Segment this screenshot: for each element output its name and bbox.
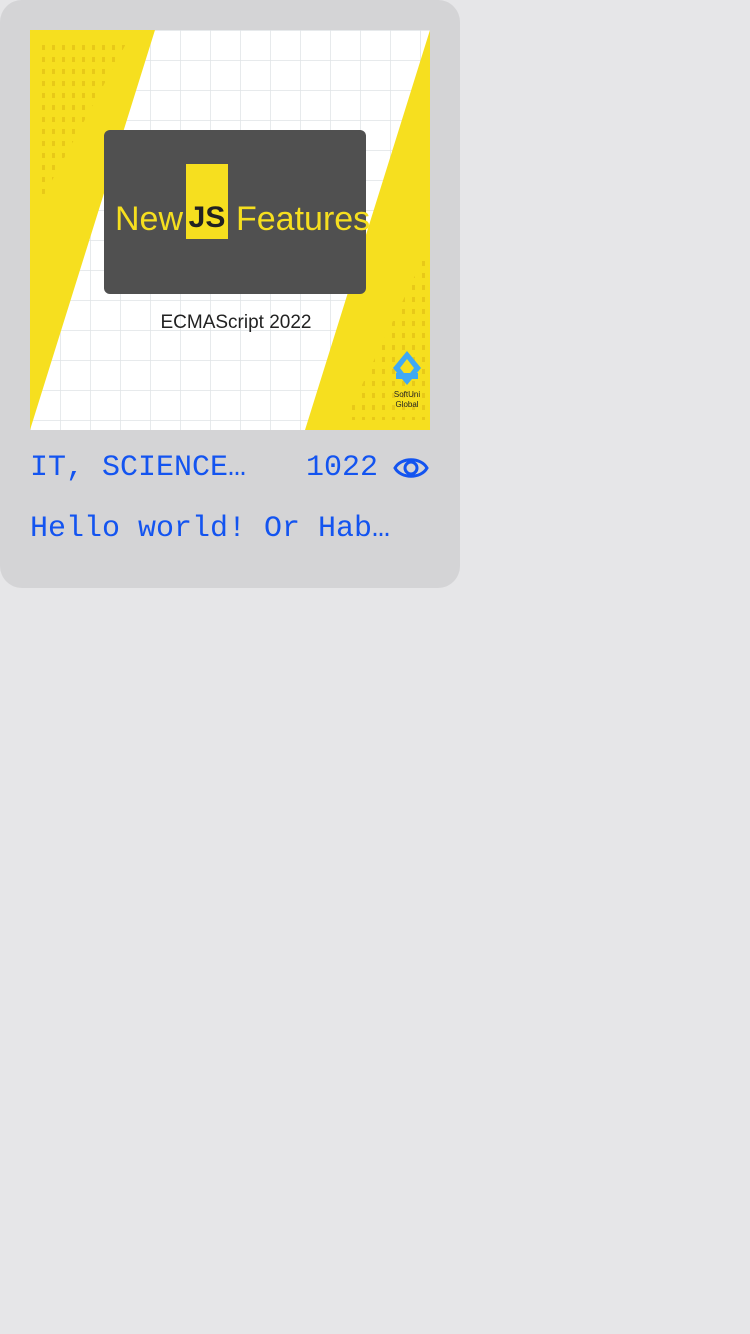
thumbnail-graphic: New JS Features ECMAScript 2022 SoftUni …: [30, 30, 430, 430]
view-count: 1022: [305, 451, 378, 485]
headline-right: Features: [236, 200, 370, 238]
logo-text-line2: Global: [395, 400, 418, 409]
logo-text-line1: SoftUni: [394, 390, 420, 399]
article-card[interactable]: New JS Features ECMAScript 2022 SoftUni …: [0, 0, 460, 588]
article-meta: IT, SCIENCE… 1022: [30, 448, 430, 488]
article-category[interactable]: IT, SCIENCE…: [30, 451, 268, 485]
headline-left: New: [115, 200, 183, 238]
article-thumbnail[interactable]: New JS Features ECMAScript 2022 SoftUni …: [30, 30, 430, 430]
article-title[interactable]: Hello world! Or Hab…: [30, 512, 420, 546]
thumbnail-subtitle: ECMAScript 2022: [160, 312, 311, 333]
js-badge-text: JS: [189, 201, 226, 234]
eye-icon[interactable]: [392, 449, 430, 487]
